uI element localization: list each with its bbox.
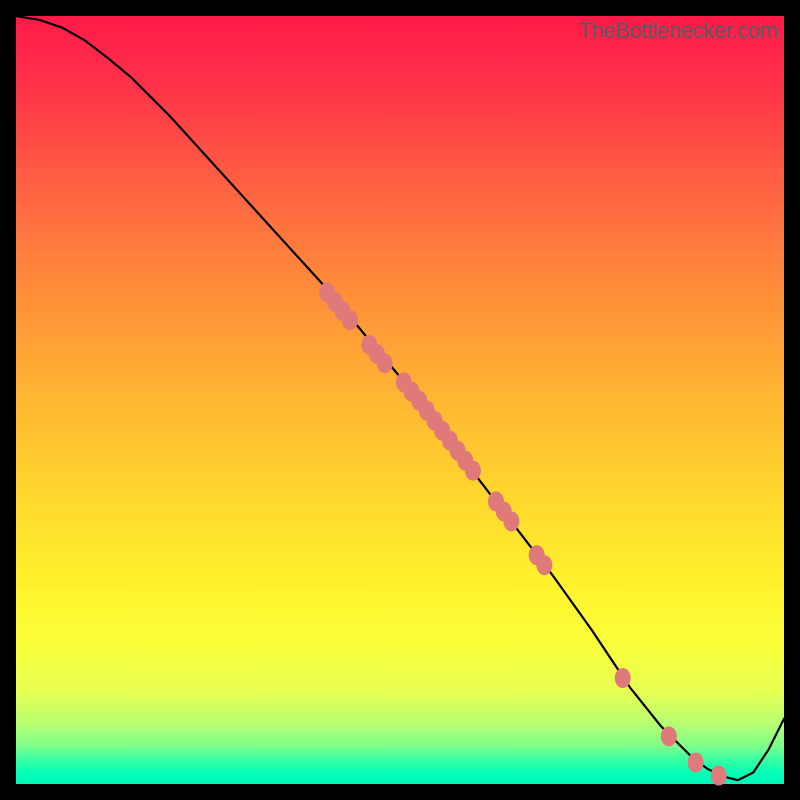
data-marker	[536, 555, 552, 575]
data-marker	[342, 310, 358, 330]
data-marker	[615, 668, 631, 688]
data-marker	[711, 766, 727, 786]
data-marker	[688, 753, 704, 773]
data-marker	[377, 353, 393, 373]
data-marker	[503, 511, 519, 531]
chart-container: TheBottlenecker.com	[0, 0, 800, 800]
data-marker	[465, 461, 481, 481]
plot-area: TheBottlenecker.com	[16, 16, 784, 784]
bottleneck-curve	[16, 16, 784, 780]
data-marker	[661, 726, 677, 746]
chart-svg	[16, 16, 784, 784]
data-markers	[319, 282, 727, 785]
